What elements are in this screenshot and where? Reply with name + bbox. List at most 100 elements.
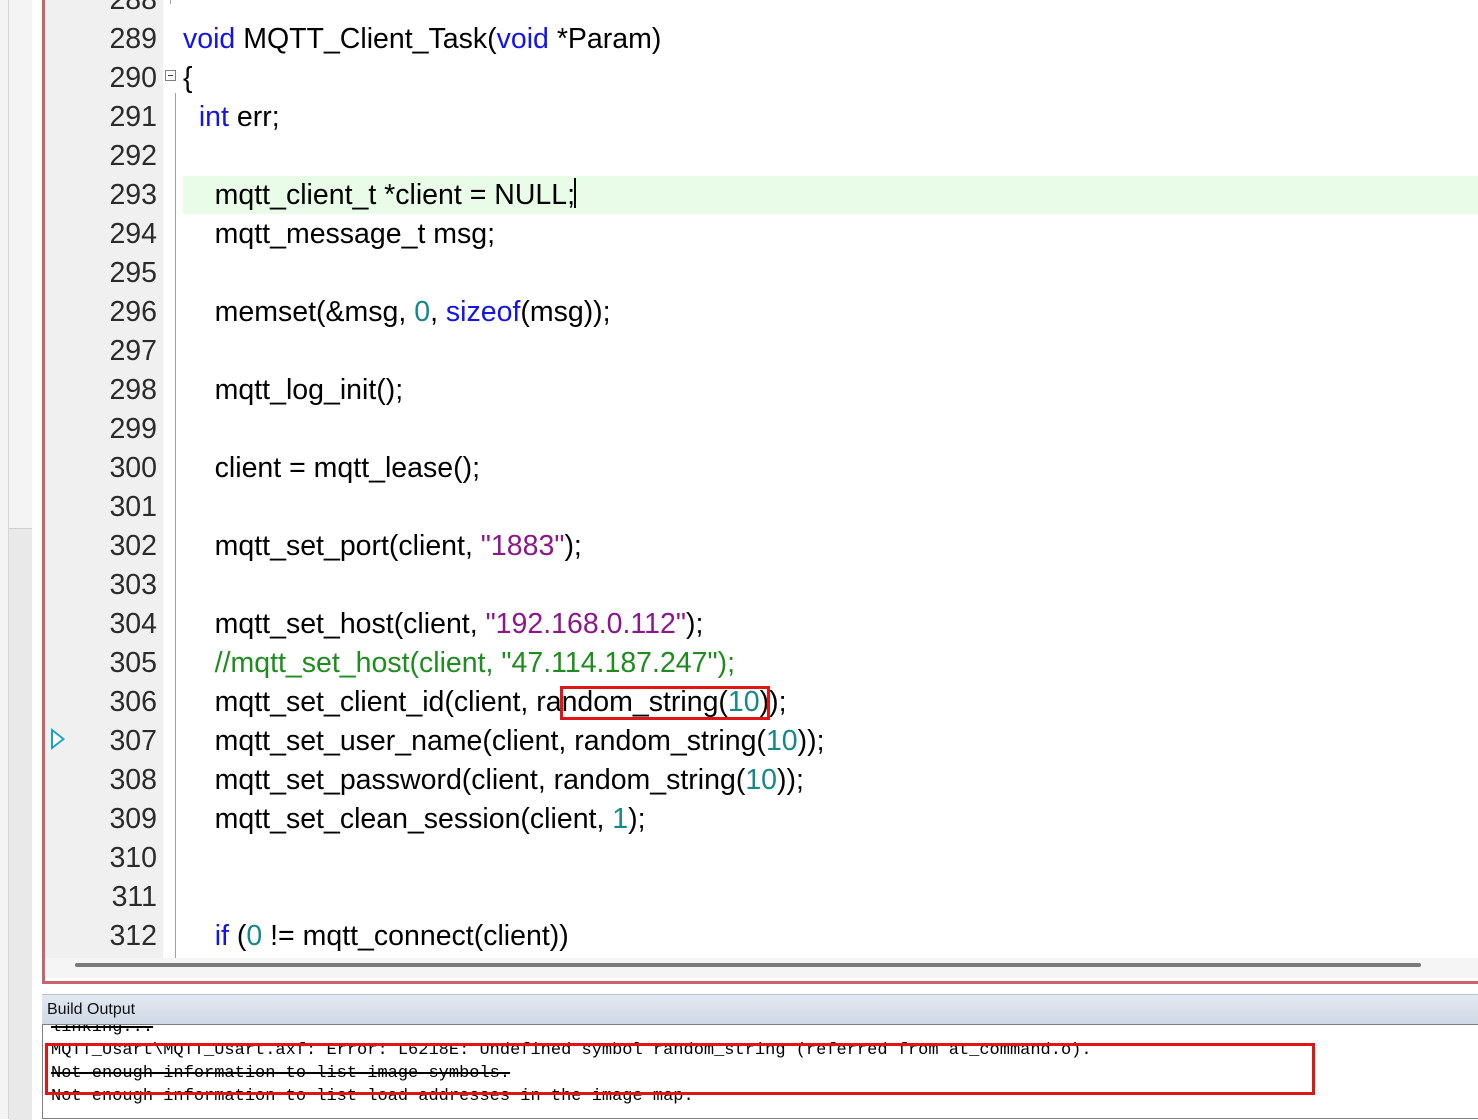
code-token: MQTT_Client_Task(	[235, 23, 497, 55]
code-line[interactable]: 299	[45, 410, 1478, 449]
code-token: ));	[797, 725, 825, 757]
code-line[interactable]: 296 memset(&msg, 0, sizeof(msg));	[45, 293, 1478, 332]
line-number: 303	[109, 569, 157, 601]
line-number: 294	[109, 218, 157, 250]
error-line-highlight-box	[45, 1043, 1315, 1095]
code-token: {	[183, 62, 193, 94]
left-panel-strip	[0, 0, 32, 1120]
code-text[interactable]: //mqtt_set_host(client, "47.114.187.247"…	[183, 644, 735, 683]
line-number: 297	[109, 335, 157, 367]
text-caret	[574, 178, 577, 208]
code-line[interactable]: 291 int err;	[45, 98, 1478, 137]
horizontal-scrollbar[interactable]	[45, 958, 1478, 978]
code-text[interactable]: client = mqtt_lease();	[183, 449, 480, 488]
code-line[interactable]: 305 //mqtt_set_host(client, "47.114.187.…	[45, 644, 1478, 683]
code-token: 0	[414, 296, 431, 328]
line-number: 298	[109, 374, 157, 406]
code-token: void	[496, 23, 549, 55]
code-text[interactable]: mqtt_set_password(client, random_string(…	[183, 761, 804, 800]
line-number: 312	[109, 920, 157, 952]
horizontal-scrollbar-thumb[interactable]	[75, 963, 1421, 967]
line-number: 295	[109, 257, 157, 289]
code-token: mqtt_message_t msg;	[183, 218, 496, 250]
line-number: 306	[109, 686, 157, 718]
code-line[interactable]: 310	[45, 839, 1478, 878]
code-token: (	[228, 920, 247, 952]
code-token: err;	[228, 101, 280, 133]
code-line[interactable]: 290 {	[45, 59, 1478, 98]
code-text[interactable]: mqtt_message_t msg;	[183, 215, 495, 254]
line-number: 304	[109, 608, 157, 640]
code-line[interactable]: 304 mqtt_set_host(client, "192.168.0.112…	[45, 605, 1478, 644]
line-number: 300	[109, 452, 157, 484]
line-number: 302	[109, 530, 157, 562]
code-token: if	[214, 920, 229, 952]
code-token: ,	[430, 296, 446, 328]
line-number: 308	[109, 764, 157, 796]
code-token: mqtt_log_init();	[183, 374, 404, 406]
code-token: mqtt_set_password(client, random_string(	[183, 764, 746, 796]
error-highlight-box	[560, 686, 770, 720]
code-line[interactable]: 297	[45, 332, 1478, 371]
code-text[interactable]: mqtt_set_host(client, "192.168.0.112");	[183, 605, 704, 644]
code-token: "1883"	[480, 530, 565, 562]
code-token: //mqtt_set_host(client, "47.114.187.247"…	[183, 647, 736, 679]
line-number: 292	[109, 140, 157, 172]
code-text[interactable]: void MQTT_Client_Task(void *Param)	[183, 20, 661, 59]
code-line[interactable]: 311	[45, 878, 1478, 917]
code-text[interactable]: mqtt_client_t *client = NULL;	[183, 176, 577, 215]
code-line[interactable]: 303	[45, 566, 1478, 605]
code-text[interactable]: {	[183, 59, 193, 98]
code-line[interactable]: 308 mqtt_set_password(client, random_str…	[45, 761, 1478, 800]
code-text[interactable]: mqtt_set_port(client, "1883");	[183, 527, 582, 566]
line-number: 293	[109, 179, 157, 211]
line-number: 299	[109, 413, 157, 445]
line-number: 290	[109, 62, 157, 94]
code-token: client = mqtt_lease();	[183, 452, 480, 484]
build-output-panel[interactable]: linking... MQTT_Usart\MQTT_Usart.axf: Err…	[42, 1024, 1478, 1119]
code-text[interactable]: mqtt_log_init();	[183, 371, 404, 410]
code-line[interactable]: 312 if (0 != mqtt_connect(client))	[45, 917, 1478, 956]
code-line[interactable]: 307 mqtt_set_user_name(client, random_st…	[45, 722, 1478, 761]
code-line[interactable]: 309 mqtt_set_clean_session(client, 1);	[45, 800, 1478, 839]
code-token: );	[685, 608, 704, 640]
code-token: 10	[765, 725, 798, 757]
code-token: 1	[612, 803, 629, 835]
code-line[interactable]: 295	[45, 254, 1478, 293]
code-line[interactable]: 298 mqtt_log_init();	[45, 371, 1478, 410]
code-text[interactable]: if (0 != mqtt_connect(client))	[183, 917, 569, 956]
code-line[interactable]: 300 client = mqtt_lease();	[45, 449, 1478, 488]
code-line[interactable]: 292	[45, 137, 1478, 176]
line-number: 291	[109, 101, 157, 133]
code-token: memset(&msg,	[183, 296, 415, 328]
code-text[interactable]: mqtt_set_clean_session(client, 1);	[183, 800, 646, 839]
line-number: 311	[111, 881, 157, 913]
code-text[interactable]: memset(&msg, 0, sizeof(msg));	[183, 293, 611, 332]
code-token: *Param)	[548, 23, 662, 55]
code-token: "192.168.0.112"	[485, 608, 686, 640]
code-token: );	[564, 530, 582, 562]
code-token: void	[183, 23, 236, 55]
code-line[interactable]: 288	[45, 0, 1478, 20]
code-text[interactable]: mqtt_set_user_name(client, random_string…	[183, 722, 825, 761]
code-line[interactable]: 289 void MQTT_Client_Task(void *Param)	[45, 20, 1478, 59]
code-token: (msg));	[520, 296, 611, 328]
code-token: 0	[246, 920, 263, 952]
code-token: ));	[777, 764, 804, 796]
code-line[interactable]: 301	[45, 488, 1478, 527]
code-line[interactable]: 293 mqtt_client_t *client = NULL;	[45, 176, 1478, 215]
line-number: 296	[109, 296, 157, 328]
code-token: mqtt_client_t *client = NULL;	[183, 179, 576, 211]
line-number: 310	[109, 842, 157, 874]
project-panel-edge	[9, 528, 32, 1120]
code-line[interactable]: 302 mqtt_set_port(client, "1883");	[45, 527, 1478, 566]
code-token: mqtt_set_clean_session(client,	[183, 803, 613, 835]
code-editor[interactable]: 288 289 void MQTT_Client_Task(void *Param)…	[42, 0, 1478, 984]
code-token: mqtt_set_host(client,	[183, 608, 486, 640]
line-number: 305	[109, 647, 157, 679]
code-line[interactable]: 294 mqtt_message_t msg;	[45, 215, 1478, 254]
line-number: 289	[109, 23, 157, 55]
code-text[interactable]: int err;	[183, 98, 280, 137]
